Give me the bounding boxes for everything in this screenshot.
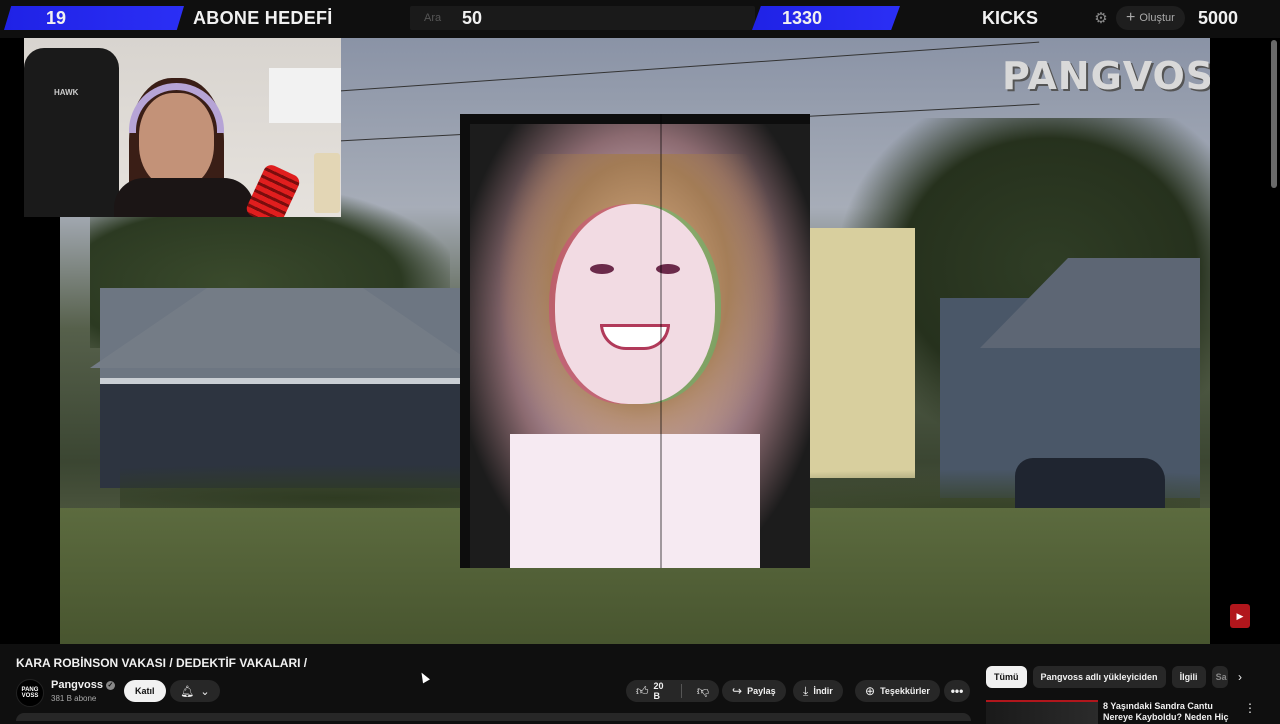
stream-goal-bar: 19 ABONE HEDEFİ Ara 50 1330 KICKS ⚙ + Ol… (0, 0, 1280, 38)
create-button[interactable]: + Oluştur (1116, 6, 1185, 30)
subscriber-goal-bar (4, 6, 184, 30)
thanks-label: Teşekkürler (880, 686, 930, 696)
headphones (129, 83, 224, 133)
chevron-right-icon[interactable]: › (1232, 669, 1248, 685)
gear-icon[interactable]: ⚙ (1092, 10, 1110, 28)
video-title: KARA ROBİNSON VAKASI / DEDEKTİF VAKALARI… (16, 656, 308, 670)
chip-from-uploader[interactable]: Pangvoss adlı yükleyiciden (1032, 666, 1166, 688)
download-label: İndir (813, 686, 833, 696)
download-button[interactable]: ⤓ İndir (793, 680, 843, 702)
streamer-webcam: HAWK (24, 38, 341, 217)
subscriber-count: 381 B abone (51, 694, 97, 703)
chip-all[interactable]: Tümü (986, 666, 1027, 688)
kicks-goal-count: 1330 (782, 8, 823, 28)
more-icon[interactable]: ••• (944, 680, 970, 702)
chair-logo: HAWK (54, 88, 79, 97)
cup (314, 153, 340, 213)
subscriber-goal-target: 50 (462, 8, 483, 28)
plus-icon: + (1126, 9, 1136, 26)
thanks-button[interactable]: ⊕ Teşekkürler (855, 680, 940, 702)
download-icon: ⤓ (803, 683, 809, 698)
like-dislike-group: 👍︎ 20 B 👎︎ (626, 680, 719, 702)
search-placeholder: Ara (424, 12, 442, 24)
more-vert-icon[interactable]: ⋮ (1244, 701, 1256, 715)
chip-related[interactable]: İlgili (1171, 666, 1206, 688)
dislike-button[interactable]: 👎︎ (687, 680, 719, 702)
portrait-chest (510, 434, 760, 568)
victim-portrait (460, 114, 810, 568)
video-metadata: KARA ROBİNSON VAKASI / DEDEKTİF VAKALARI… (0, 644, 1280, 724)
kicks-goal-target: 5000 (1198, 8, 1239, 28)
bell-icon: 🔔︎ (180, 685, 195, 698)
streamer-body (114, 178, 254, 217)
portrait-eye (590, 264, 614, 274)
subscriber-goal-label: ABONE HEDEFİ (193, 8, 333, 28)
power-line (340, 41, 1040, 92)
like-count: 20 B (653, 681, 664, 701)
shelf (269, 68, 341, 123)
create-label: Oluştur (1139, 12, 1175, 24)
thumbs-down-icon: 👎︎ (696, 683, 709, 698)
video-player[interactable]: PANGVOSS HAWK ▶ (0, 38, 1280, 644)
thumbs-up-icon: 👍︎ (636, 683, 649, 698)
mouse-cursor (418, 670, 430, 684)
microphone (244, 162, 302, 217)
like-button[interactable]: 👍︎ 20 B (626, 680, 676, 702)
channel-corner-logo: ▶ (1230, 604, 1250, 628)
kicks-goal-bar (752, 6, 900, 30)
chip-partial[interactable]: Sa (1211, 666, 1228, 688)
channel-watermark: PANGVOSS (1002, 54, 1210, 98)
recommendation-thumbnail[interactable] (986, 700, 1098, 724)
roof-left (90, 288, 480, 368)
thanks-icon: ⊕ (865, 684, 876, 698)
share-label: Paylaş (747, 686, 776, 696)
verified-icon: ✓ (105, 681, 115, 690)
channel-avatar[interactable]: PANG VOSS (16, 679, 44, 707)
divider (681, 684, 682, 698)
gaming-chair: HAWK (24, 48, 119, 217)
glitch-split (660, 114, 662, 568)
channel-name: Pangvoss (51, 679, 103, 691)
notification-button[interactable]: 🔔︎ ⌄ (170, 680, 220, 702)
chevron-down-icon: ⌄ (200, 685, 210, 698)
recommendation-filter-chips: Tümü Pangvoss adlı yükleyiciden İlgili S… (986, 666, 1228, 688)
subscriber-goal-count: 19 (46, 8, 67, 28)
join-button[interactable]: Katıl (124, 680, 166, 702)
kicks-goal-label: KICKS (982, 8, 1039, 28)
share-button[interactable]: ↪ Paylaş (722, 680, 786, 702)
channel-name-link[interactable]: Pangvoss ✓ (51, 679, 115, 691)
share-icon: ↪ (732, 684, 743, 698)
page-scrollbar[interactable] (1271, 40, 1277, 188)
portrait-face (555, 204, 715, 404)
